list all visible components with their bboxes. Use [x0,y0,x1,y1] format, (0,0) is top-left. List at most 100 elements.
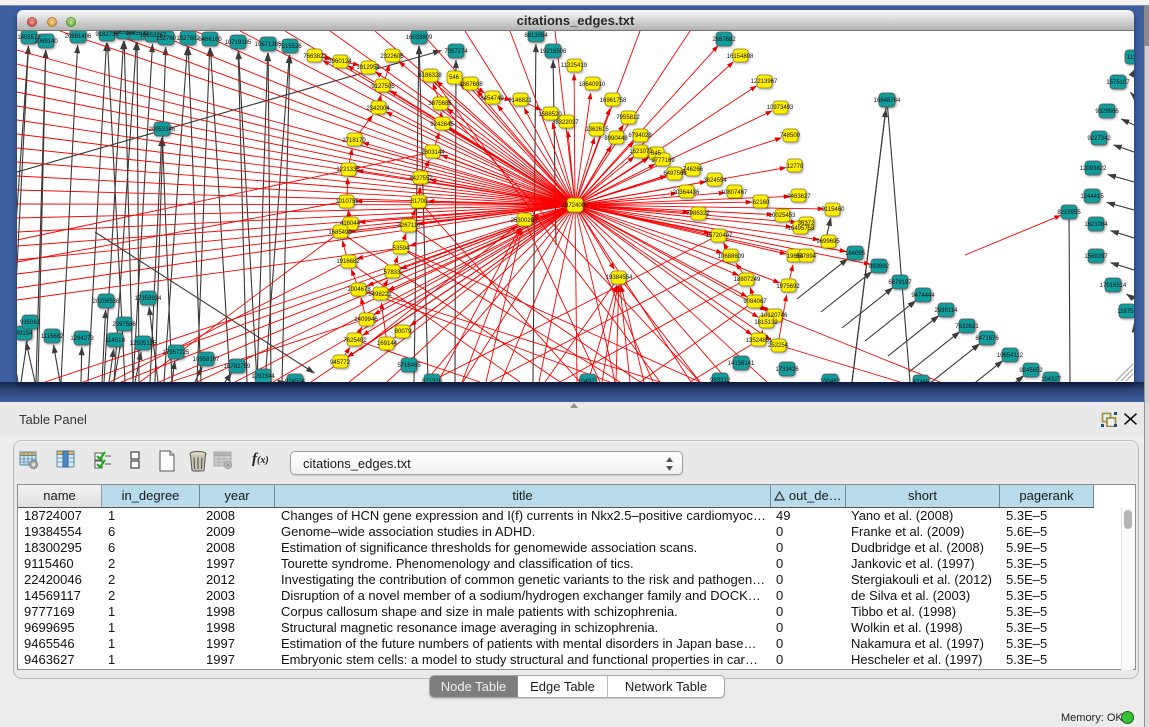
svg-text:6794028: 6794028 [628,133,652,139]
svg-text:104921: 104921 [578,379,599,382]
svg-text:20206536: 20206536 [93,299,120,305]
svg-text:16648784: 16648784 [874,98,901,104]
svg-text:2687682: 2687682 [712,37,736,43]
svg-text:10025453: 10025453 [769,213,796,219]
svg-text:12093822: 12093822 [1080,166,1107,172]
svg-text:7955812: 7955812 [616,115,640,121]
svg-text:1621072: 1621072 [629,149,653,155]
svg-text:80079: 80079 [395,329,412,335]
svg-text:19218506: 19218506 [540,49,567,55]
svg-text:546: 546 [449,75,460,81]
svg-text:18807249: 18807249 [734,277,761,283]
svg-text:2069140: 2069140 [34,39,58,45]
svg-text:11325419: 11325419 [561,63,588,69]
svg-text:5716485: 5716485 [397,363,421,369]
svg-text:1916682: 1916682 [336,259,360,265]
svg-text:114519: 114519 [105,338,125,344]
svg-text:9084067: 9084067 [743,299,767,305]
svg-text:2718170: 2718170 [342,138,366,144]
svg-text:19384554: 19384554 [606,275,633,281]
svg-text:9329966: 9329966 [1095,109,1119,115]
svg-text:7663822: 7663822 [303,54,327,60]
svg-text:2322605: 2322605 [380,54,404,60]
svg-text:17957225: 17957225 [163,350,190,356]
svg-text:8322037: 8322037 [555,120,579,126]
svg-text:7986322: 7986322 [686,211,710,217]
svg-text:3267110: 3267110 [398,223,422,229]
svg-text:1409946: 1409946 [354,317,378,323]
svg-text:5498222: 5498222 [368,292,392,298]
svg-text:3624554: 3624554 [703,178,727,184]
svg-text:893892: 893892 [869,264,890,270]
svg-text:12770: 12770 [787,164,804,170]
svg-text:8186328: 8186328 [418,73,442,79]
svg-text:15720407: 15720407 [706,233,733,239]
svg-text:9699695: 9699695 [816,239,840,245]
svg-text:1527602: 1527602 [176,36,200,42]
svg-text:9146821: 9146821 [508,98,532,104]
svg-text:9463627: 9463627 [787,194,811,200]
svg-text:1575107: 1575107 [1106,80,1130,86]
svg-text:935061: 935061 [20,320,41,326]
svg-text:87465: 87465 [913,380,930,382]
svg-text:53594: 53594 [393,246,410,252]
svg-text:1815132: 1815132 [754,320,778,326]
svg-text:983312: 983312 [710,378,731,382]
svg-text:3912954: 3912954 [356,65,380,71]
svg-text:2803144: 2803144 [421,150,445,156]
svg-text:16033809: 16033809 [406,35,433,41]
svg-text:20691406: 20691406 [65,34,92,40]
svg-text:9245652: 9245652 [1019,368,1043,374]
svg-text:957894: 957894 [796,254,817,260]
svg-text:1117: 1117 [1127,55,1134,61]
svg-text:10973493: 10973493 [767,105,794,111]
svg-text:9242845: 9242845 [430,122,454,128]
svg-text:6879197: 6879197 [888,280,912,286]
svg-text:7515526: 7515526 [278,44,302,50]
svg-text:8471676: 8471676 [975,336,999,342]
svg-text:152760: 152760 [156,36,177,42]
svg-text:8427552: 8427552 [409,176,433,182]
svg-text:1621064: 1621064 [1084,222,1108,228]
svg-text:16495758: 16495758 [788,226,815,232]
svg-text:845: 845 [651,151,662,157]
svg-text:8215955: 8215955 [1057,210,1081,216]
svg-text:12213967: 12213967 [751,79,778,85]
svg-text:3875685: 3875685 [428,101,452,107]
svg-text:1115682: 1115682 [41,334,64,340]
svg-text:1733426: 1733426 [775,367,799,373]
svg-text:17359924: 17359924 [135,296,162,302]
svg-text:7625402: 7625402 [343,338,367,344]
svg-text:25300203: 25300203 [511,218,538,224]
svg-text:748500: 748500 [780,133,801,139]
svg-text:1975692: 1975692 [776,284,800,290]
svg-text:416044: 416044 [340,221,361,227]
svg-text:39154: 39154 [17,331,33,337]
svg-text:14136141: 14136141 [728,361,755,367]
svg-text:2342004: 2342004 [366,106,390,112]
svg-text:57833: 57833 [384,270,401,276]
svg-text:746266: 746266 [683,167,704,173]
svg-text:12505135: 12505135 [130,341,157,347]
svg-text:1362615: 1362615 [585,127,609,133]
svg-text:16782759: 16782759 [224,364,251,370]
svg-text:10807467: 10807467 [721,190,748,196]
svg-text:169144: 169144 [377,341,398,347]
svg-text:18724007: 18724007 [562,203,589,209]
svg-text:164095: 164095 [845,251,866,257]
svg-text:1292344: 1292344 [251,374,275,380]
svg-text:7357274: 7357274 [444,49,468,55]
svg-text:116753: 116753 [1117,309,1134,315]
svg-text:100462: 100462 [820,379,841,382]
svg-text:1244415: 1244415 [1080,194,1104,200]
svg-text:104327: 104327 [1041,377,1062,382]
svg-text:2867608: 2867608 [459,82,483,88]
svg-text:252254: 252254 [768,343,789,349]
svg-text:2397586: 2397586 [112,322,136,328]
svg-text:7632621: 7632621 [955,324,979,330]
svg-text:10958107: 10958107 [193,357,220,363]
svg-text:20053346: 20053346 [149,127,176,133]
svg-text:9227342: 9227342 [1087,136,1111,142]
svg-text:8813054: 8813054 [524,33,548,39]
svg-text:10719185: 10719185 [225,40,252,46]
